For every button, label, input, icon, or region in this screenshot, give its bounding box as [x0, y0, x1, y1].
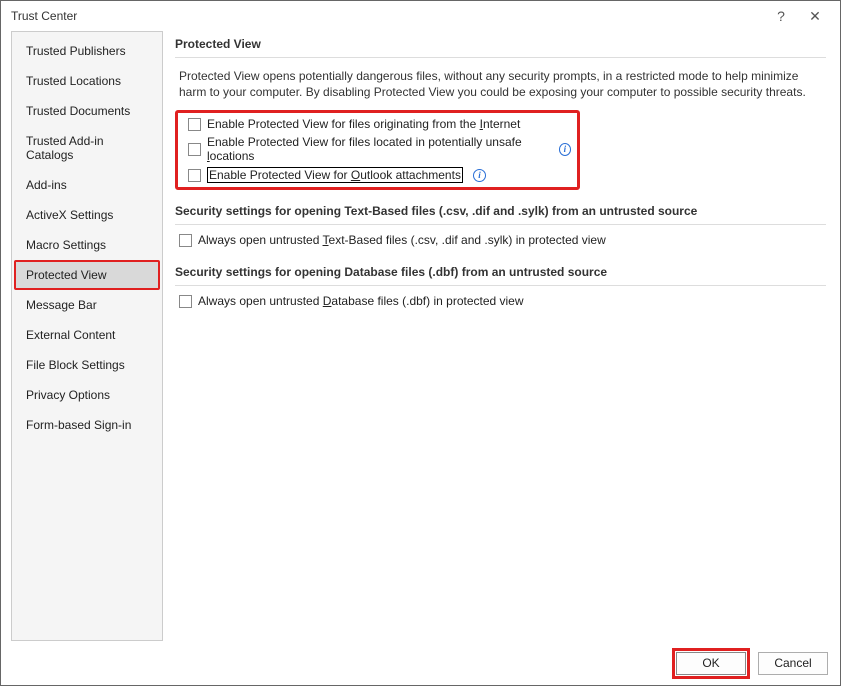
checkbox-box[interactable] — [188, 169, 201, 182]
checkbox-enable-pv-outlook[interactable]: Enable Protected View for Outlook attach… — [188, 167, 571, 183]
ok-button[interactable]: OK — [676, 652, 746, 675]
section-heading-database: Security settings for opening Database f… — [175, 261, 826, 286]
help-icon[interactable]: ? — [764, 8, 798, 24]
checkbox-box[interactable] — [188, 143, 201, 156]
checkbox-box[interactable] — [188, 118, 201, 131]
cancel-button[interactable]: Cancel — [758, 652, 828, 675]
protected-view-description: Protected View opens potentially dangero… — [175, 66, 826, 110]
checkbox-enable-pv-unsafe-locations[interactable]: Enable Protected View for files located … — [188, 135, 571, 163]
protected-view-checkbox-group-highlight: Enable Protected View for files originat… — [175, 110, 580, 190]
checkbox-label: Always open untrusted Database files (.d… — [198, 294, 524, 308]
sidebar-item-trusted-addin-catalogs[interactable]: Trusted Add-in Catalogs — [14, 126, 160, 170]
checkbox-label: Enable Protected View for files originat… — [207, 117, 520, 131]
sidebar-item-add-ins[interactable]: Add-ins — [14, 170, 160, 200]
dialog-footer: OK Cancel — [1, 641, 840, 685]
sidebar-item-privacy-options[interactable]: Privacy Options — [14, 380, 160, 410]
info-icon[interactable]: i — [473, 169, 486, 182]
sidebar-item-trusted-publishers[interactable]: Trusted Publishers — [14, 36, 160, 66]
sidebar-item-form-based-signin[interactable]: Form-based Sign-in — [14, 410, 160, 440]
sidebar-item-trusted-documents[interactable]: Trusted Documents — [14, 96, 160, 126]
checkbox-enable-pv-internet[interactable]: Enable Protected View for files originat… — [188, 117, 571, 131]
checkbox-label: Always open untrusted Text-Based files (… — [198, 233, 606, 247]
trust-center-dialog: Trust Center ? ✕ Trusted Publishers Trus… — [0, 0, 841, 686]
checkbox-box[interactable] — [179, 234, 192, 247]
sidebar-item-message-bar[interactable]: Message Bar — [14, 290, 160, 320]
sidebar-item-file-block-settings[interactable]: File Block Settings — [14, 350, 160, 380]
info-icon[interactable]: i — [559, 143, 571, 156]
checkbox-open-text-based-pv[interactable]: Always open untrusted Text-Based files (… — [179, 233, 826, 247]
sidebar-item-protected-view[interactable]: Protected View — [14, 260, 160, 290]
checkbox-open-database-pv[interactable]: Always open untrusted Database files (.d… — [179, 294, 826, 308]
sidebar-item-external-content[interactable]: External Content — [14, 320, 160, 350]
sidebar-item-trusted-locations[interactable]: Trusted Locations — [14, 66, 160, 96]
sidebar-item-macro-settings[interactable]: Macro Settings — [14, 230, 160, 260]
sidebar: Trusted Publishers Trusted Locations Tru… — [11, 31, 163, 641]
sidebar-item-activex-settings[interactable]: ActiveX Settings — [14, 200, 160, 230]
ok-button-highlight: OK — [672, 648, 750, 679]
titlebar: Trust Center ? ✕ — [1, 1, 840, 31]
window-title: Trust Center — [11, 9, 764, 23]
section-heading-text-based: Security settings for opening Text-Based… — [175, 200, 826, 225]
section-heading-protected-view: Protected View — [175, 37, 826, 58]
close-icon[interactable]: ✕ — [798, 8, 832, 25]
content-panel: Protected View Protected View opens pote… — [175, 31, 830, 641]
checkbox-box[interactable] — [179, 295, 192, 308]
checkbox-label: Enable Protected View for Outlook attach… — [207, 167, 463, 183]
checkbox-label: Enable Protected View for files located … — [207, 135, 549, 163]
